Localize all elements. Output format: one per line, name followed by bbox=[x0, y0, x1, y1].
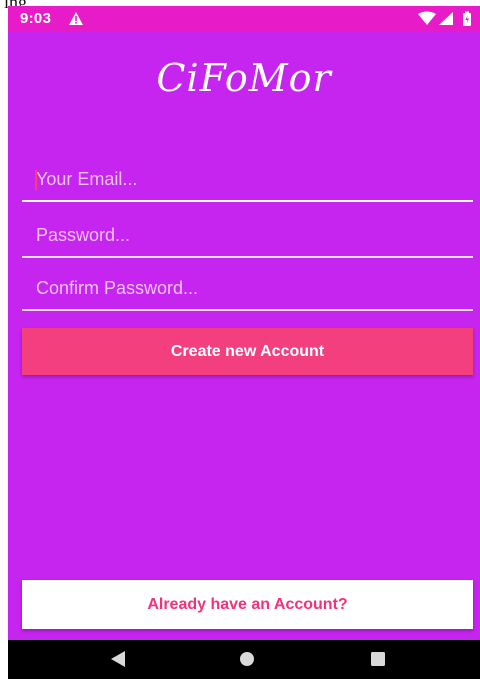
already-have-account-button[interactable]: Already have an Account? bbox=[22, 580, 473, 629]
warning-icon bbox=[69, 12, 83, 25]
status-time: 9:03 bbox=[20, 10, 52, 27]
signal-icon bbox=[439, 12, 453, 25]
recents-icon[interactable] bbox=[370, 650, 386, 668]
create-account-button[interactable]: Create new Account bbox=[22, 328, 473, 375]
password-input[interactable] bbox=[22, 216, 473, 254]
home-icon[interactable] bbox=[238, 650, 256, 668]
app-title: CiFoMor bbox=[156, 56, 332, 100]
status-bar: 9:03 bbox=[8, 6, 480, 32]
email-field[interactable] bbox=[22, 160, 473, 202]
text-cursor bbox=[35, 170, 37, 190]
confirm-password-field[interactable] bbox=[22, 269, 473, 311]
wifi-icon bbox=[418, 11, 436, 25]
back-icon[interactable] bbox=[110, 650, 126, 668]
status-icons bbox=[418, 11, 471, 26]
app-screen: 9:03 CiFoMor Create new Account Already … bbox=[8, 6, 480, 679]
battery-icon bbox=[463, 11, 471, 26]
navigation-bar bbox=[8, 640, 480, 679]
password-field[interactable] bbox=[22, 216, 473, 258]
email-input[interactable] bbox=[22, 160, 473, 198]
confirm-password-input[interactable] bbox=[22, 269, 473, 307]
